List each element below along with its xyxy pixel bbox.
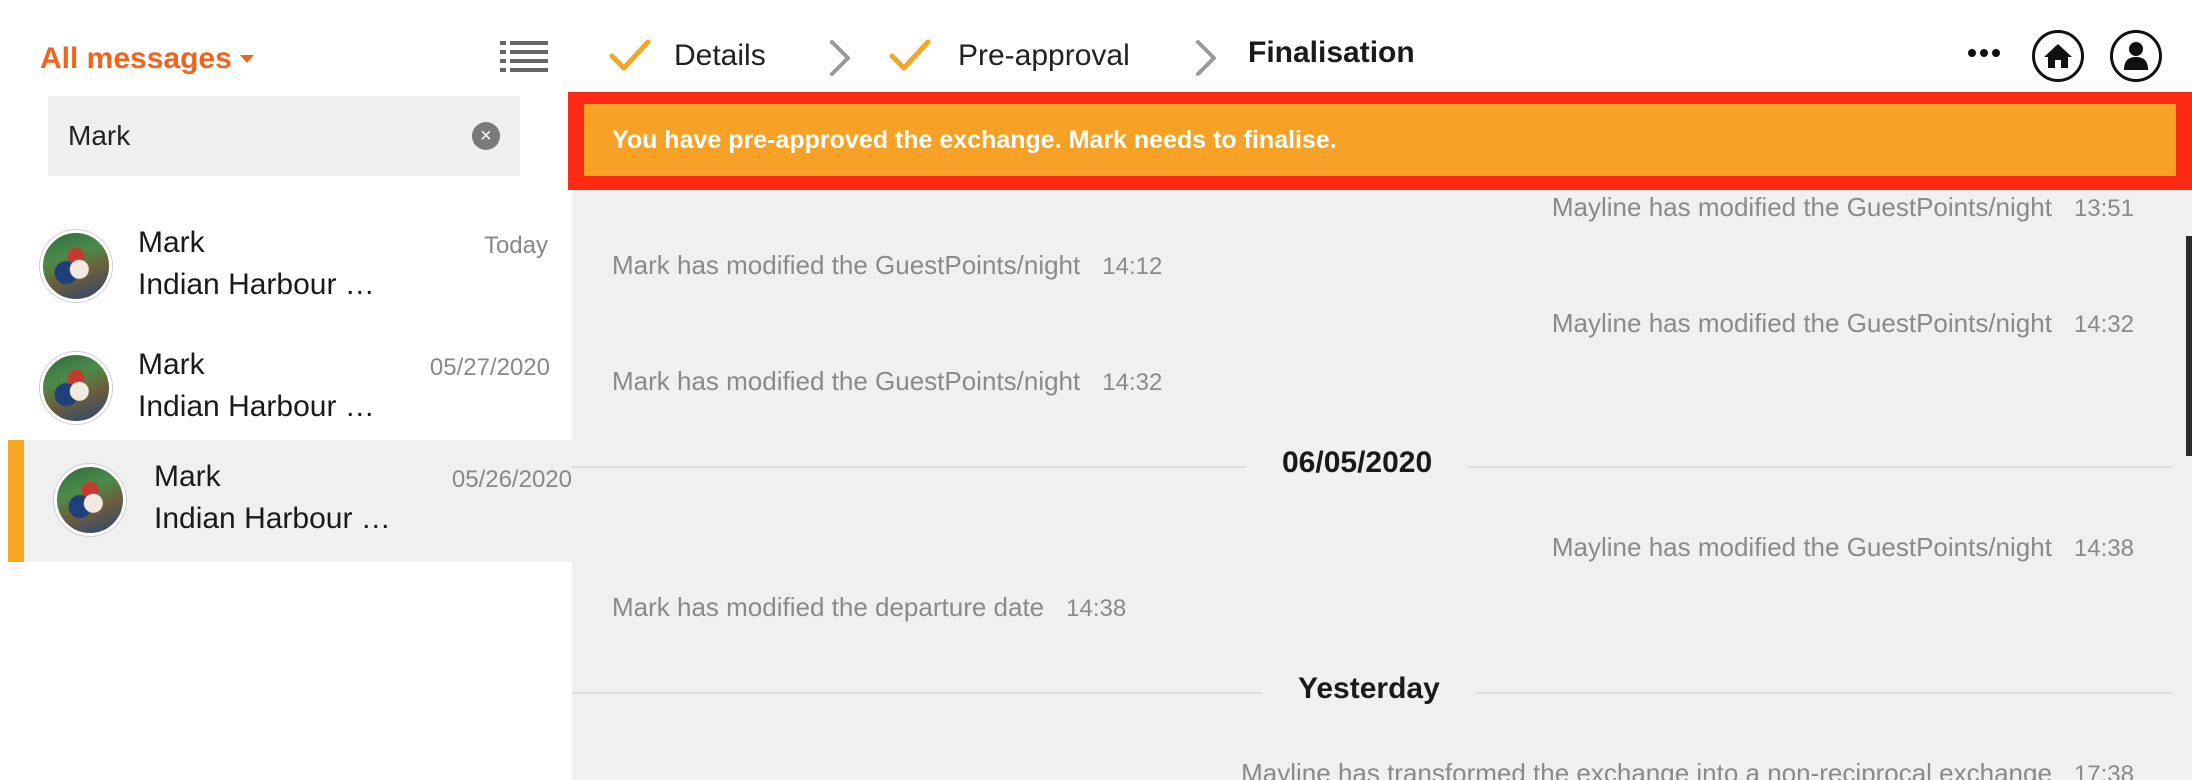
- conversation-subtitle: Indian Harbour Beach: [138, 390, 390, 423]
- message-time: 14:32: [2073, 311, 2134, 338]
- conversation-item[interactable]: Mark Today Indian Harbour Beach: [8, 206, 572, 328]
- message-time: 14:32: [1102, 369, 1163, 396]
- conversation-item-selected[interactable]: Mark 05/26/2020 Indian Harbour Beach: [8, 440, 572, 562]
- step-finalisation-label: Finalisation: [1248, 36, 1415, 69]
- system-message: Mayline has modified the GuestPoints/nig…: [1552, 192, 2134, 223]
- check-icon: [889, 39, 931, 71]
- message-text: Mayline has modified the GuestPoints/nig…: [1551, 532, 2052, 562]
- message-text: Mark has modified the departure date: [612, 592, 1045, 622]
- conversation-date: 05/26/2020: [451, 466, 572, 493]
- all-messages-label[interactable]: All messages: [40, 42, 232, 76]
- conversation-item[interactable]: Mark 05/27/2020 Indian Harbour Beach: [8, 328, 572, 450]
- chevron-right-icon: [1196, 40, 1216, 76]
- user-icon: [2124, 42, 2148, 70]
- chevron-right-icon: [830, 40, 850, 76]
- system-message: Mark has modified the GuestPoints/night 1…: [612, 250, 1162, 281]
- step-finalisation[interactable]: Finalisation: [1248, 36, 1415, 70]
- message-time: 14:12: [1102, 253, 1163, 280]
- status-banner-text: You have pre-approved the exchange. Mark…: [612, 125, 1337, 154]
- step-pre-approval-label: Pre-approval: [958, 39, 1130, 72]
- banner-highlight-frame: You have pre-approved the exchange. Mark…: [568, 92, 2192, 190]
- avatar: [54, 464, 126, 536]
- conversation-name: Mark: [138, 348, 205, 381]
- profile-button[interactable]: [2110, 30, 2162, 82]
- conversation-sidebar: All messages × Mark Today Indian Harbour…: [8, 16, 572, 780]
- list-view-icon[interactable]: [500, 39, 548, 75]
- caret-down-icon[interactable]: [239, 55, 254, 63]
- status-banner: You have pre-approved the exchange. Mark…: [584, 104, 2176, 176]
- check-icon: [609, 39, 651, 71]
- day-label: Yesterday: [1262, 672, 1476, 706]
- message-time: 13:51: [2073, 195, 2134, 222]
- message-text: Mark has modified the GuestPoints/night: [612, 250, 1081, 280]
- conversation-name: Mark: [154, 460, 221, 493]
- conversation-subtitle: Indian Harbour Beach: [154, 502, 400, 535]
- home-icon: [2044, 44, 2072, 68]
- step-pre-approval[interactable]: Pre-approval: [888, 36, 1130, 76]
- avatar: [40, 352, 112, 424]
- system-message: Mayline has modified the GuestPoints/nig…: [1552, 308, 2134, 339]
- ellipsis-icon[interactable]: [1964, 46, 2004, 60]
- selection-accent: [8, 440, 24, 562]
- system-message: Mayline has modified the GuestPoints/nig…: [1552, 532, 2134, 563]
- home-button[interactable]: [2032, 30, 2084, 82]
- message-time: 14:38: [2073, 535, 2134, 562]
- search-input[interactable]: [68, 120, 468, 152]
- search-box: ×: [48, 96, 520, 176]
- all-messages-dropdown[interactable]: All messages: [40, 42, 254, 76]
- conversation-date: Today: [483, 232, 548, 259]
- message-text: Mayline has modified the GuestPoints/nig…: [1551, 308, 2052, 338]
- step-details-label: Details: [674, 39, 766, 72]
- window-edge: [2186, 236, 2192, 456]
- day-label: 06/05/2020: [1246, 446, 1469, 480]
- message-time: 17:38: [2073, 761, 2134, 780]
- conversation-subtitle: Indian Harbour Beach: [138, 268, 390, 301]
- message-text: Mark has modified the GuestPoints/night: [612, 366, 1081, 396]
- step-details[interactable]: Details: [608, 36, 766, 76]
- message-time: 14:38: [1066, 595, 1127, 622]
- message-timeline: Mayline has modified the GuestPoints/nig…: [572, 190, 2192, 780]
- system-message: Mayline has transformed the exchange int…: [1241, 758, 2134, 780]
- conversation-name: Mark: [138, 226, 205, 259]
- conversation-date: 05/27/2020: [429, 354, 550, 381]
- message-text: Mayline has transformed the exchange int…: [1241, 758, 2052, 780]
- system-message: Mark has modified the departure date 14:3…: [612, 592, 1126, 623]
- avatar: [40, 230, 112, 302]
- clear-search-icon[interactable]: ×: [472, 122, 500, 150]
- message-text: Mayline has modified the GuestPoints/nig…: [1551, 192, 2052, 222]
- exchange-stepper-bar: Details Pre-approval Finalisation: [572, 16, 2192, 94]
- system-message: Mark has modified the GuestPoints/night 1…: [612, 366, 1162, 397]
